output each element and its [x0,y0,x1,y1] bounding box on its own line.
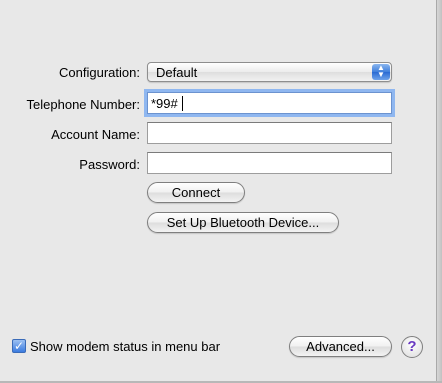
show-modem-status-checkbox[interactable]: ✓ [12,339,26,353]
configuration-label: Configuration: [59,65,140,80]
password-label: Password: [79,157,140,172]
up-down-arrows-icon: ▲ ▼ [372,64,390,80]
show-modem-status-label: Show modem status in menu bar [30,339,221,354]
question-mark-icon: ? [407,338,417,355]
telephone-number-field[interactable]: *99# [147,92,392,114]
help-button[interactable]: ? [401,336,423,358]
account-name-label: Account Name: [51,127,140,142]
telephone-number-value: *99# [151,96,178,111]
text-caret [182,96,183,111]
advanced-button[interactable]: Advanced... [289,336,392,357]
connect-button[interactable]: Connect [147,182,245,203]
telephone-number-label: Telephone Number: [26,97,140,112]
set-up-bluetooth-button[interactable]: Set Up Bluetooth Device... [147,212,339,233]
window-edge [436,0,442,383]
checkmark-icon: ✓ [13,339,25,353]
account-name-field[interactable] [147,122,392,144]
password-field[interactable] [147,152,392,174]
configuration-value: Default [156,65,198,80]
configuration-popup[interactable]: Default ▲ ▼ [147,62,392,82]
